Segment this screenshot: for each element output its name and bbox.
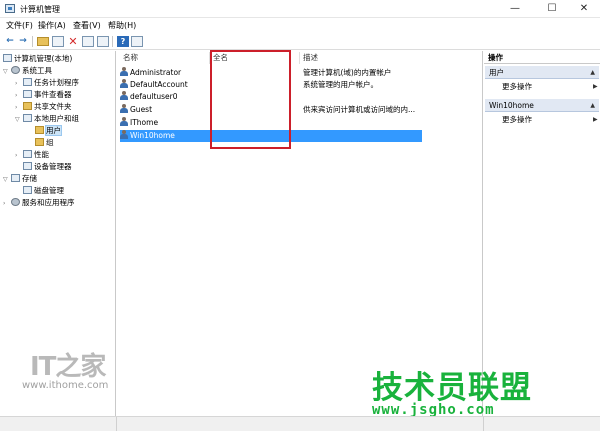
tree-item-disk-management[interactable]: 磁盘管理 <box>23 185 64 197</box>
services-icon <box>11 198 20 206</box>
user-icon <box>120 117 128 126</box>
storage-icon <box>11 174 20 182</box>
ithome-watermark-url: www.ithome.com <box>22 380 109 391</box>
folder-icon <box>35 138 44 146</box>
submenu-arrow-icon: ▶ <box>593 83 598 90</box>
users-icon <box>23 114 32 122</box>
collapse-caret-icon[interactable]: ▲ <box>590 99 595 112</box>
status-bar-cell <box>117 417 484 431</box>
performance-icon <box>23 150 32 158</box>
collapse-icon[interactable]: ▽ <box>3 174 11 186</box>
more-actions-selected-user[interactable]: 更多操作 ▶ <box>502 114 598 126</box>
tree-item-task-scheduler[interactable]: › 任务计划程序 <box>15 77 79 89</box>
actions-group-selected-user[interactable]: Win10home ▲ <box>485 99 599 112</box>
tree-item-device-manager[interactable]: 设备管理器 <box>23 161 72 173</box>
collapse-icon[interactable]: ▽ <box>3 66 11 78</box>
column-separator[interactable] <box>299 52 300 64</box>
expand-icon[interactable]: › <box>3 198 11 210</box>
user-icon <box>120 130 128 139</box>
user-description: 供来宾访问计算机或访问域的内... <box>303 105 416 114</box>
minimize-button[interactable]: — <box>498 0 532 18</box>
column-header-description[interactable]: 描述 <box>303 51 318 65</box>
disk-icon <box>23 186 32 194</box>
tree-item-root[interactable]: 计算机管理(本地) <box>3 53 72 65</box>
forward-arrow-icon[interactable]: → <box>17 36 29 47</box>
actions-title: 操作 <box>484 51 600 64</box>
window-title: 计算机管理 <box>20 5 60 14</box>
menu-bar: 文件(F) 操作(A) 查看(V) 帮助(H) <box>0 18 600 33</box>
menu-file[interactable]: 文件(F) <box>6 20 33 31</box>
ithome-watermark-logo: IT之家 <box>30 352 106 382</box>
tree-item-system-tools[interactable]: ▽ 系统工具 <box>3 65 52 77</box>
title-bar: 计算机管理 — ☐ ✕ <box>0 0 600 18</box>
toolbar: ← → ✕ ? <box>0 33 600 50</box>
show-hide-tree-icon[interactable] <box>52 36 64 47</box>
tree-item-groups[interactable]: 组 <box>35 137 54 149</box>
tree-item-storage[interactable]: ▽ 存储 <box>3 173 37 185</box>
status-bar <box>0 416 600 431</box>
user-icon <box>120 91 128 100</box>
jsgho-watermark-logo: 技术员联盟 <box>372 370 532 406</box>
user-description: 系统管理的用户帐户。 <box>303 80 378 89</box>
tree-item-event-viewer[interactable]: › 事件查看器 <box>15 89 72 101</box>
help-icon[interactable]: ? <box>117 36 129 47</box>
delete-icon[interactable]: ✕ <box>67 36 79 47</box>
action-pane-icon[interactable] <box>131 36 143 47</box>
tools-icon <box>11 66 20 74</box>
export-list-icon[interactable] <box>97 36 109 47</box>
toolbar-separator <box>112 36 113 47</box>
user-icon <box>120 67 128 76</box>
computer-icon <box>3 54 12 62</box>
more-actions-users[interactable]: 更多操作 ▶ <box>502 81 598 93</box>
tree-item-shared-folders[interactable]: › 共享文件夹 <box>15 101 72 113</box>
folder-icon <box>35 126 44 134</box>
submenu-arrow-icon: ▶ <box>593 116 598 123</box>
close-button[interactable]: ✕ <box>567 0 600 18</box>
up-folder-icon[interactable] <box>37 37 49 46</box>
status-bar-cell <box>0 417 117 431</box>
shared-folder-icon <box>23 102 32 110</box>
clock-icon <box>23 78 32 86</box>
collapse-icon[interactable]: ▽ <box>15 114 23 126</box>
back-arrow-icon[interactable]: ← <box>4 36 16 47</box>
tree-item-local-users-groups[interactable]: ▽ 本地用户和组 <box>15 113 79 125</box>
tree-item-performance[interactable]: › 性能 <box>15 149 49 161</box>
user-description: 管理计算机(域)的内置帐户 <box>303 68 392 77</box>
expand-icon[interactable]: › <box>15 150 23 162</box>
maximize-button[interactable]: ☐ <box>535 0 569 18</box>
properties-icon[interactable] <box>82 36 94 47</box>
event-viewer-icon <box>23 90 32 98</box>
computer-management-icon <box>5 4 15 13</box>
tree-item-users[interactable]: 用户 <box>35 125 62 137</box>
toolbar-separator <box>32 36 33 47</box>
menu-help[interactable]: 帮助(H) <box>108 20 136 31</box>
menu-view[interactable]: 查看(V) <box>73 20 101 31</box>
highlight-annotation <box>210 50 291 149</box>
user-icon <box>120 79 128 88</box>
menu-action[interactable]: 操作(A) <box>38 20 66 31</box>
column-header-name[interactable]: 名称 <box>123 51 138 65</box>
collapse-caret-icon[interactable]: ▲ <box>590 66 595 79</box>
device-manager-icon <box>23 162 32 170</box>
actions-group-users[interactable]: 用户 ▲ <box>485 66 599 79</box>
tree-item-services-apps[interactable]: › 服务和应用程序 <box>3 197 75 209</box>
user-icon <box>120 104 128 113</box>
